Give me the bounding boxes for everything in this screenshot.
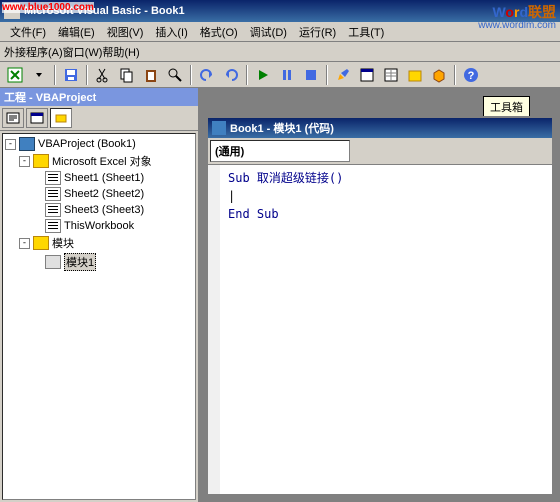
tree-sheet1[interactable]: Sheet1 (Sheet1) <box>5 170 193 186</box>
menu-debug[interactable]: 调试(D) <box>244 22 293 42</box>
tree-sheet3[interactable]: Sheet3 (Sheet3) <box>5 202 193 218</box>
tree-modules[interactable]: - 模块 <box>5 234 193 252</box>
collapse-icon[interactable]: - <box>19 156 30 167</box>
toolbox-button[interactable] <box>428 64 450 86</box>
menu-view[interactable]: 视图(V) <box>101 22 150 42</box>
menu-bar-2: 外接程序(A) 窗口(W) 帮助(H) <box>0 42 560 62</box>
copy-button[interactable] <box>116 64 138 86</box>
pause-button[interactable] <box>276 64 298 86</box>
mdi-client-area: 工具箱 Book1 - 模块1 (代码) (通用) Sub 取消超级链接() |… <box>200 88 560 502</box>
menu-format[interactable]: 格式(O) <box>194 22 244 42</box>
properties-button[interactable] <box>380 64 402 86</box>
menu-edit[interactable]: 编辑(E) <box>52 22 101 42</box>
redo-button[interactable] <box>220 64 242 86</box>
paste-button[interactable] <box>140 64 162 86</box>
code-editor[interactable]: Sub 取消超级链接() | End Sub <box>208 165 552 494</box>
menu-window[interactable]: 窗口(W) <box>63 44 103 60</box>
toolbar: ? <box>0 62 560 88</box>
workbook-icon <box>45 219 61 233</box>
toolbox-tooltip: 工具箱 <box>483 96 530 118</box>
menu-file[interactable]: 文件(F) <box>4 22 52 42</box>
worksheet-icon <box>45 203 61 217</box>
collapse-icon[interactable]: - <box>5 139 16 150</box>
folder-icon <box>33 236 49 250</box>
menu-help[interactable]: 帮助(H) <box>102 44 139 60</box>
tree-excel-objects[interactable]: - Microsoft Excel 对象 <box>5 152 193 170</box>
undo-button[interactable] <box>196 64 218 86</box>
tree-label: ThisWorkbook <box>64 220 134 232</box>
worksheet-icon <box>45 187 61 201</box>
watermark-url-1: www.blue1000.com <box>2 2 94 13</box>
project-panel-title: 工程 - VBAProject <box>0 88 198 106</box>
tree-label: Sheet2 (Sheet2) <box>64 188 144 200</box>
menu-insert[interactable]: 插入(I) <box>149 22 193 42</box>
find-button[interactable] <box>164 64 186 86</box>
view-code-button[interactable] <box>2 108 24 128</box>
code-window: Book1 - 模块1 (代码) (通用) Sub 取消超级链接() | End… <box>206 116 554 496</box>
code-line: | <box>228 187 544 205</box>
design-mode-button[interactable] <box>332 64 354 86</box>
workspace: 工程 - VBAProject - VBAProject (Book1) - M… <box>0 88 560 502</box>
run-button[interactable] <box>252 64 274 86</box>
object-browser-button[interactable] <box>404 64 426 86</box>
folder-icon <box>33 154 49 168</box>
tree-label: Sheet3 (Sheet3) <box>64 204 144 216</box>
tree-thisworkbook[interactable]: ThisWorkbook <box>5 218 193 234</box>
tree-label: Sheet1 (Sheet1) <box>64 172 144 184</box>
project-explorer-button[interactable] <box>356 64 378 86</box>
tree-sheet2[interactable]: Sheet2 (Sheet2) <box>5 186 193 202</box>
vbaproject-icon <box>19 137 35 151</box>
project-tree[interactable]: - VBAProject (Book1) - Microsoft Excel 对… <box>2 133 196 500</box>
project-explorer-panel: 工程 - VBAProject - VBAProject (Book1) - M… <box>0 88 200 502</box>
worksheet-icon <box>45 171 61 185</box>
object-dropdown[interactable]: (通用) <box>210 140 350 162</box>
module-icon <box>45 255 61 269</box>
help-button[interactable]: ? <box>460 64 482 86</box>
code-window-titlebar: Book1 - 模块1 (代码) <box>208 118 552 138</box>
tree-root-label: VBAProject (Book1) <box>38 138 136 150</box>
svg-text:?: ? <box>468 70 475 82</box>
menu-tools[interactable]: 工具(T) <box>342 22 390 42</box>
tree-label: Microsoft Excel 对象 <box>52 153 152 169</box>
tree-label-selected: 模块1 <box>64 253 96 271</box>
stop-button[interactable] <box>300 64 322 86</box>
code-dropdown-bar: (通用) <box>208 138 552 165</box>
collapse-icon[interactable]: - <box>19 238 30 249</box>
watermark-url-2: www.wordlm.com <box>478 20 556 31</box>
cut-button[interactable] <box>92 64 114 86</box>
menu-run[interactable]: 运行(R) <box>293 22 342 42</box>
code-line: End Sub <box>228 205 544 223</box>
tree-label: 模块 <box>52 235 74 251</box>
watermark-logo: Word联盟 <box>492 2 556 22</box>
tree-root[interactable]: - VBAProject (Book1) <box>5 136 193 152</box>
excel-button[interactable] <box>4 64 26 86</box>
project-panel-toolbar <box>0 106 198 131</box>
tree-module1[interactable]: 模块1 <box>5 252 193 272</box>
dropdown-arrow[interactable] <box>28 64 50 86</box>
code-window-title: Book1 - 模块1 (代码) <box>230 120 334 136</box>
menu-addin[interactable]: 外接程序(A) <box>4 44 63 60</box>
menu-bar: 文件(F) 编辑(E) 视图(V) 插入(I) 格式(O) 调试(D) 运行(R… <box>0 22 560 42</box>
save-button[interactable] <box>60 64 82 86</box>
code-window-icon <box>212 121 226 135</box>
toggle-folders-button[interactable] <box>50 108 72 128</box>
code-line: Sub 取消超级链接() <box>228 169 544 187</box>
view-object-button[interactable] <box>26 108 48 128</box>
